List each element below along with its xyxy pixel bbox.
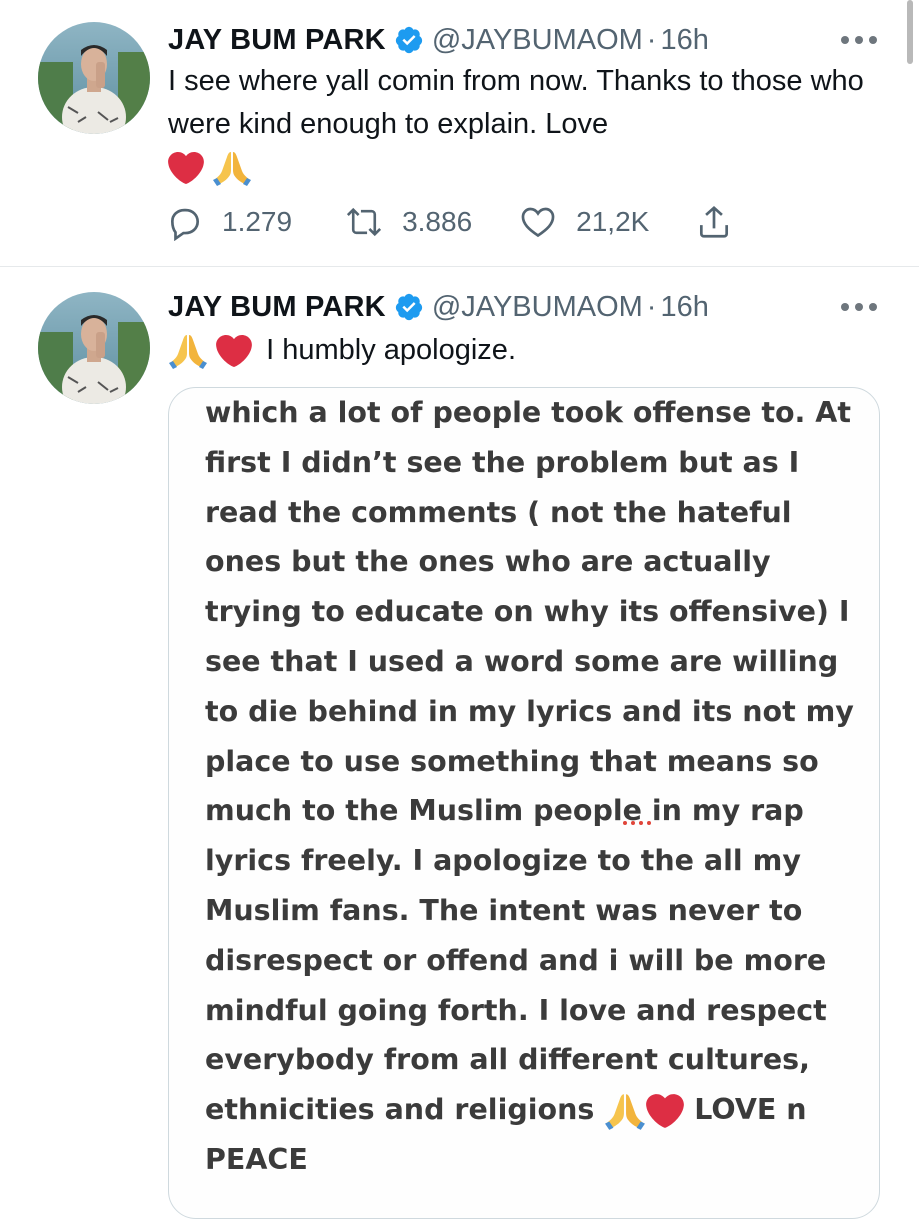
retweet-icon — [346, 207, 382, 237]
red-heart-icon — [216, 335, 252, 368]
tweet-header: JAY BUM PARK @JAYBUMAOM · 16h — [168, 287, 709, 327]
share-icon — [700, 205, 729, 238]
separator-dot: · — [646, 23, 657, 56]
tweet-text-content: I humbly apologize. — [266, 334, 516, 366]
like-button[interactable]: 21,2K — [518, 203, 649, 241]
tweet-text: I see where yall comin from now. Thanks … — [168, 60, 868, 189]
tweet-text-content: I see where yall comin from now. Thanks … — [168, 65, 864, 140]
folded-hands-icon — [213, 152, 252, 187]
reply-count: 1.279 — [222, 206, 293, 237]
avatar[interactable] — [38, 22, 150, 134]
tweet-time[interactable]: 16h — [660, 291, 708, 324]
author-name[interactable]: JAY BUM PARK — [168, 291, 386, 324]
heart-icon — [521, 207, 555, 238]
author-name[interactable]: JAY BUM PARK — [168, 24, 386, 57]
image-text-content: which a lot of people took offense to. A… — [205, 396, 854, 1127]
author-handle[interactable]: @JAYBUMAOM — [432, 291, 643, 324]
reply-icon — [170, 208, 200, 241]
retweet-button[interactable]: 3.886 — [344, 203, 472, 241]
verified-badge-icon — [395, 293, 422, 321]
tweet-header: JAY BUM PARK @JAYBUMAOM · 16h — [168, 20, 709, 60]
image-text: which a lot of people took offense to. A… — [205, 388, 865, 1185]
verified-badge-icon — [395, 26, 422, 54]
tweet[interactable]: JAY BUM PARK @JAYBUMAOM · 16h I humbly a… — [0, 267, 919, 1219]
more-options-icon[interactable] — [841, 34, 877, 46]
red-heart-icon — [168, 152, 204, 185]
share-button[interactable] — [695, 202, 751, 242]
folded-hands-icon — [605, 1094, 646, 1131]
separator-dot: · — [646, 290, 657, 323]
tweet-time[interactable]: 16h — [660, 24, 708, 57]
reply-button[interactable]: 1.279 — [166, 203, 292, 241]
author-handle[interactable]: @JAYBUMAOM — [432, 24, 643, 57]
red-heart-icon — [646, 1094, 685, 1129]
tweet[interactable]: JAY BUM PARK @JAYBUMAOM · 16h I see wher… — [0, 0, 919, 267]
retweet-count: 3.886 — [402, 206, 473, 237]
folded-hands-icon — [169, 335, 207, 370]
like-count: 21,2K — [576, 206, 650, 237]
tweet-actions: 1.279 3.886 21,2K — [166, 200, 751, 244]
avatar[interactable] — [38, 292, 150, 404]
tweet-text: I humbly apologize. — [168, 329, 868, 372]
attached-image[interactable]: which a lot of people took offense to. A… — [168, 387, 880, 1219]
more-options-icon[interactable] — [841, 301, 877, 313]
spellcheck-underline — [623, 821, 651, 825]
